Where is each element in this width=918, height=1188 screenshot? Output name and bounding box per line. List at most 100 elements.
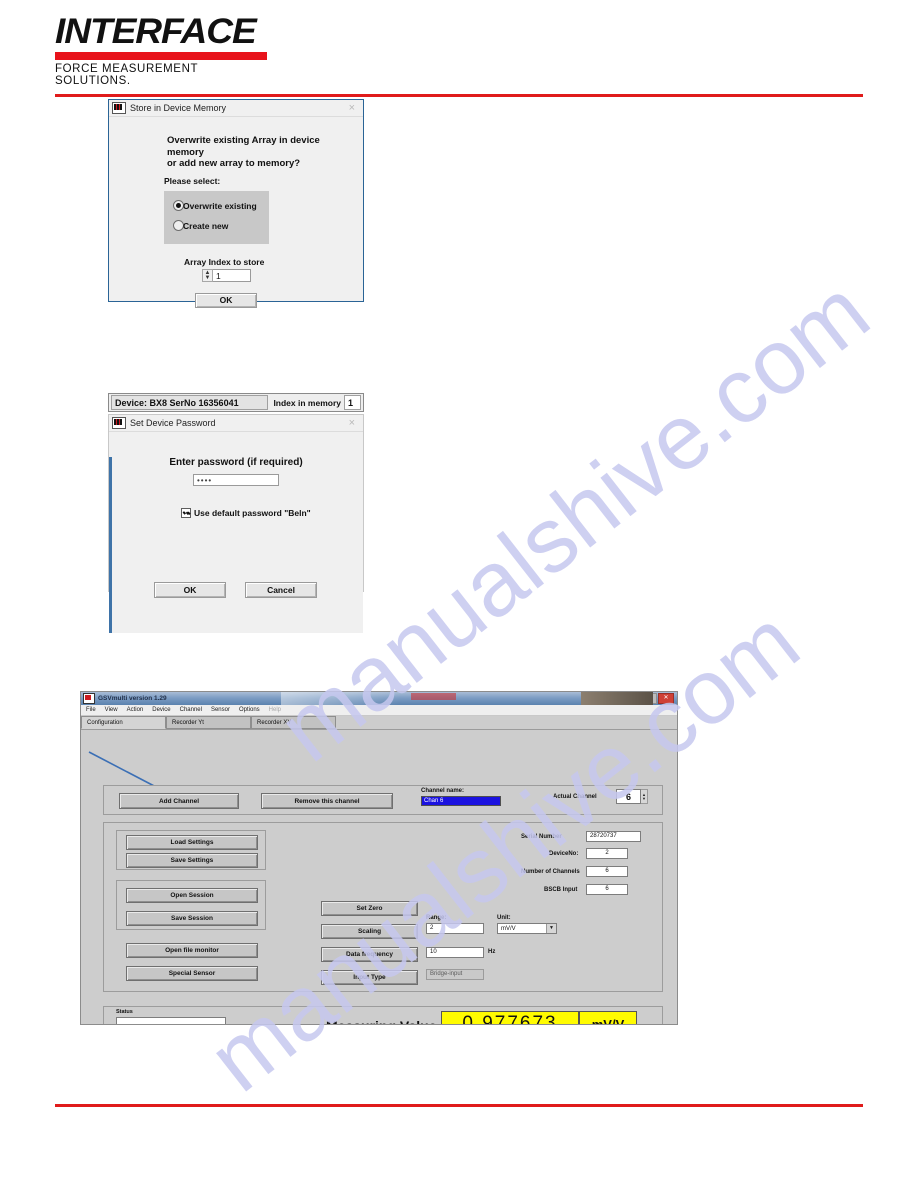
device-no-input[interactable]: 2 (586, 848, 628, 859)
measuring-value-label: Measuring Value (326, 1018, 436, 1024)
menu-item-device[interactable]: Device (152, 707, 170, 713)
menu-item-file[interactable]: File (86, 707, 96, 713)
chevron-down-icon[interactable]: ▼ (546, 924, 556, 933)
app-title: GSVmulti version 1.29 (98, 695, 167, 702)
save-settings-button[interactable]: Save Settings (126, 853, 258, 868)
brand-name: INTERFACE (55, 12, 257, 51)
close-icon[interactable]: × (344, 101, 360, 115)
open-file-monitor-button[interactable]: Open file monitor (126, 943, 258, 958)
index-in-memory-label: Index in memory (273, 397, 341, 408)
ok-button[interactable]: OK (195, 293, 257, 308)
save-session-button[interactable]: Save Session (126, 911, 258, 926)
app-titlebar: GSVmulti version 1.29 – ❐ ✕ (81, 692, 677, 705)
brand-accent-bar (55, 52, 267, 60)
unit-label: Unit: (497, 915, 511, 921)
index-in-memory-value[interactable]: 1 (344, 395, 361, 410)
status-message-box: Six-axis sensor disabled (116, 1017, 226, 1024)
special-sensor-button[interactable]: Special Sensor (126, 966, 258, 981)
app-logo-icon (112, 417, 126, 429)
default-password-checkbox-row[interactable]: Use default password "Beln" (181, 508, 363, 518)
titlebar-artifact (411, 693, 456, 700)
actual-channel-stepper[interactable]: 6 ▲ ▼ (616, 789, 648, 804)
please-select-label: Please select: (164, 175, 221, 186)
input-type-button[interactable]: Input Type (321, 970, 418, 985)
dialog-title: Store in Device Memory (130, 103, 227, 113)
menu-item-action[interactable]: Action (127, 707, 144, 713)
device-no-label: DeviceNo: (549, 851, 579, 857)
menu-item-options[interactable]: Options (239, 707, 260, 713)
dialog-question-line2: or add new array to memory? (167, 158, 301, 169)
open-session-button[interactable]: Open Session (126, 888, 258, 903)
titlebar-artifact (281, 692, 401, 705)
range-label: Range: (426, 915, 447, 921)
brand-logo: INTERFACE FORCE MEASUREMENT SOLUTIONS. (55, 14, 270, 87)
radio-label: Create new (183, 220, 229, 231)
close-button[interactable]: ✕ (658, 693, 674, 704)
menu-item-help[interactable]: Help (269, 707, 281, 713)
bscb-input-value[interactable]: 6 (586, 884, 628, 895)
footer-rule (55, 1104, 863, 1107)
radio-overwrite-existing[interactable]: Overwrite existing (173, 200, 269, 211)
dialog-titlebar: Store in Device Memory × (109, 100, 363, 117)
measuring-value-unit: mV/V (579, 1011, 637, 1024)
unit-value: mV/V (501, 925, 516, 932)
actual-channel-value[interactable]: 6 (616, 789, 641, 804)
password-heading: Enter password (if required) (169, 457, 303, 468)
tab-configuration[interactable]: Configuration (81, 716, 166, 729)
dialog-question-line1: Overwrite existing Array in device memor… (167, 135, 320, 158)
frequency-unit-label: Hz (488, 949, 496, 955)
checkbox-icon[interactable] (181, 508, 191, 518)
radio-label: Overwrite existing (183, 200, 257, 211)
array-index-input[interactable]: 1 (213, 269, 251, 282)
measuring-value-display: 0.977673 (441, 1011, 579, 1024)
menu-item-view[interactable]: View (105, 707, 118, 713)
close-icon[interactable]: × (344, 416, 360, 430)
array-index-stepper[interactable]: ▲ ▼ 1 (202, 269, 251, 282)
device-info-strip: Device: BX8 SerNo 16356041 Index in memo… (108, 393, 364, 412)
set-device-password-dialog: Set Device Password × Enter password (if… (108, 414, 364, 633)
menu-item-sensor[interactable]: Sensor (211, 707, 230, 713)
app-logo-icon (83, 693, 95, 704)
status-caption: Status (116, 1009, 133, 1015)
scaling-button[interactable]: Scaling (321, 924, 418, 939)
status-message: Six-axis sensor disabled (117, 1018, 225, 1024)
header-rule (55, 94, 863, 97)
stepper-arrows-icon[interactable]: ▲ ▼ (641, 789, 648, 804)
input-type-value: Bridge-input (426, 969, 484, 980)
serial-number-input[interactable]: 28720737 (586, 831, 641, 842)
store-in-device-memory-dialog: Store in Device Memory × Overwrite exist… (108, 99, 364, 308)
number-of-channels-input[interactable]: 6 (586, 866, 628, 877)
titlebar-artifact (581, 692, 653, 705)
unit-select[interactable]: mV/V ▼ (497, 923, 557, 934)
brand-tagline: FORCE MEASUREMENT SOLUTIONS. (55, 63, 198, 87)
set-zero-button[interactable]: Set Zero (321, 901, 418, 916)
channel-name-label: Channel name: (421, 788, 465, 794)
actual-channel-label: Actual Channel (553, 794, 597, 800)
data-frequency-button[interactable]: Data frequency (321, 947, 418, 962)
app-logo-icon (112, 102, 126, 114)
serial-number-label: Serial Number (521, 834, 562, 840)
number-of-channels-label: Number of Channels (521, 869, 580, 875)
add-channel-button[interactable]: Add Channel (119, 793, 239, 809)
cancel-button[interactable]: Cancel (245, 582, 317, 598)
bscb-input-label: BSCB Input (544, 887, 578, 893)
radio-create-new[interactable]: Create new (173, 220, 269, 231)
checkbox-label: Use default password "Beln" (194, 508, 311, 518)
tab-recorder-yt[interactable]: Recorder Yt (166, 716, 251, 729)
password-input[interactable]: •••• (193, 474, 279, 486)
data-frequency-input[interactable]: 10 (426, 947, 484, 958)
channel-name-input[interactable]: Chan 6 (421, 796, 501, 806)
range-input[interactable]: 2 (426, 923, 484, 934)
dialog-titlebar: Set Device Password × (109, 415, 363, 432)
gsvmulti-application-window: GSVmulti version 1.29 – ❐ ✕ File View Ac… (80, 691, 678, 1025)
ok-button[interactable]: OK (154, 582, 226, 598)
stepper-arrows-icon[interactable]: ▲ ▼ (202, 269, 213, 282)
menu-bar: File View Action Device Channel Sensor O… (81, 705, 677, 716)
remove-channel-button[interactable]: Remove this channel (261, 793, 393, 809)
menu-item-channel[interactable]: Channel (180, 707, 202, 713)
configuration-panel: Add Channel Remove this channel Channel … (81, 730, 677, 1024)
load-settings-button[interactable]: Load Settings (126, 835, 258, 850)
device-label: Device: BX8 SerNo 16356041 (111, 395, 269, 410)
tab-recorder-xy[interactable]: Recorder XY (251, 716, 336, 729)
dialog-title: Set Device Password (130, 418, 216, 428)
